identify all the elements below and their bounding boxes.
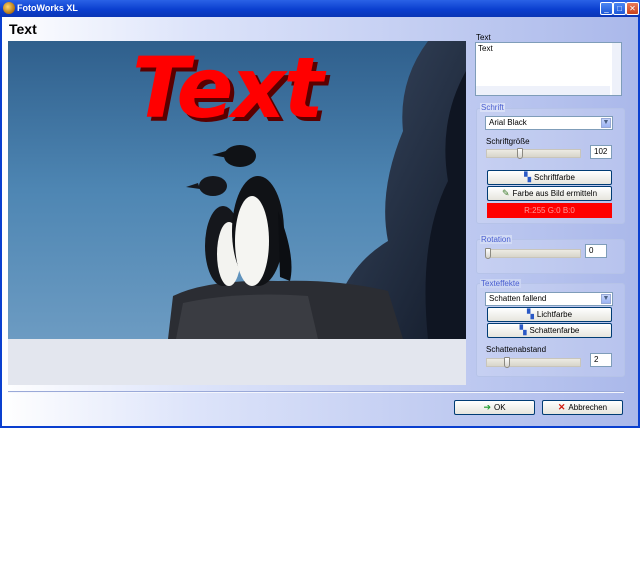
effect-select-value: Schatten fallend: [489, 294, 547, 303]
cancel-button[interactable]: ✕ Abbrechen: [542, 400, 623, 415]
current-color-swatch: R:255 G:0 B:0: [487, 203, 612, 218]
window-border-left: [0, 17, 2, 428]
shadow-distance-slider[interactable]: [486, 358, 581, 367]
shadow-distance-input[interactable]: 2: [590, 353, 612, 367]
minimize-button[interactable]: _: [600, 2, 613, 15]
eyedropper-icon: ✎: [501, 188, 510, 199]
rotation-slider[interactable]: [485, 249, 581, 258]
window-title: FotoWorks XL: [17, 3, 78, 13]
font-select-value: Arial Black: [489, 118, 527, 127]
cancel-button-label: Abbrechen: [568, 403, 608, 412]
chevron-down-icon[interactable]: ▼: [601, 294, 611, 304]
red-x-icon: ✕: [557, 402, 566, 413]
text-horizontal-scrollbar[interactable]: [476, 86, 610, 95]
preview-overlay-text[interactable]: Text: [132, 44, 324, 132]
ok-button-label: OK: [493, 403, 506, 412]
font-color-button-label: Schriftfarbe: [534, 173, 575, 182]
rotation-slider-thumb[interactable]: [485, 248, 491, 259]
light-color-button[interactable]: ▚ Lichtfarbe: [487, 307, 612, 322]
footer-divider: [8, 391, 624, 393]
chevron-down-icon[interactable]: ▼: [601, 118, 611, 128]
font-size-slider-thumb[interactable]: [517, 148, 523, 159]
ok-button[interactable]: ➔ OK: [454, 400, 535, 415]
pick-color-button-label: Farbe aus Bild ermitteln: [512, 189, 598, 198]
rotation-input[interactable]: 0: [585, 244, 607, 258]
effect-select[interactable]: Schatten fallend ▼: [485, 292, 613, 306]
font-size-slider[interactable]: [486, 149, 581, 158]
effects-group-label: Texteffekte: [480, 279, 521, 288]
text-vertical-scrollbar[interactable]: [612, 43, 621, 95]
shadow-distance-label: Schattenabstand: [486, 345, 547, 354]
font-size-label: Schriftgröße: [486, 137, 530, 146]
font-group-label: Schrift: [480, 103, 505, 112]
font-color-button[interactable]: ▚ Schriftfarbe: [487, 170, 612, 185]
palette-icon: ▚: [519, 325, 527, 336]
palette-icon: ▚: [526, 309, 534, 320]
shadow-color-button[interactable]: ▚ Schattenfarbe: [487, 323, 612, 338]
maximize-button[interactable]: □: [613, 2, 626, 15]
text-label: Text: [476, 33, 491, 42]
font-select[interactable]: Arial Black ▼: [485, 116, 613, 130]
page-title: Text: [9, 21, 37, 37]
shadow-color-button-label: Schattenfarbe: [529, 326, 580, 335]
pick-color-button[interactable]: ✎ Farbe aus Bild ermitteln: [487, 186, 612, 201]
palette-icon: ▚: [524, 172, 531, 183]
arrow-right-icon: ➔: [483, 402, 491, 413]
window-border-bottom: [0, 426, 640, 428]
shadow-distance-slider-thumb[interactable]: [504, 357, 510, 368]
font-size-input[interactable]: 102: [590, 145, 612, 159]
close-button[interactable]: ✕: [626, 2, 639, 15]
title-bar[interactable]: FotoWorks XL _ □ ✕: [0, 0, 640, 17]
app-icon: [3, 2, 15, 14]
light-color-button-label: Lichtfarbe: [536, 310, 573, 319]
rotation-group-label: Rotation: [480, 235, 512, 244]
